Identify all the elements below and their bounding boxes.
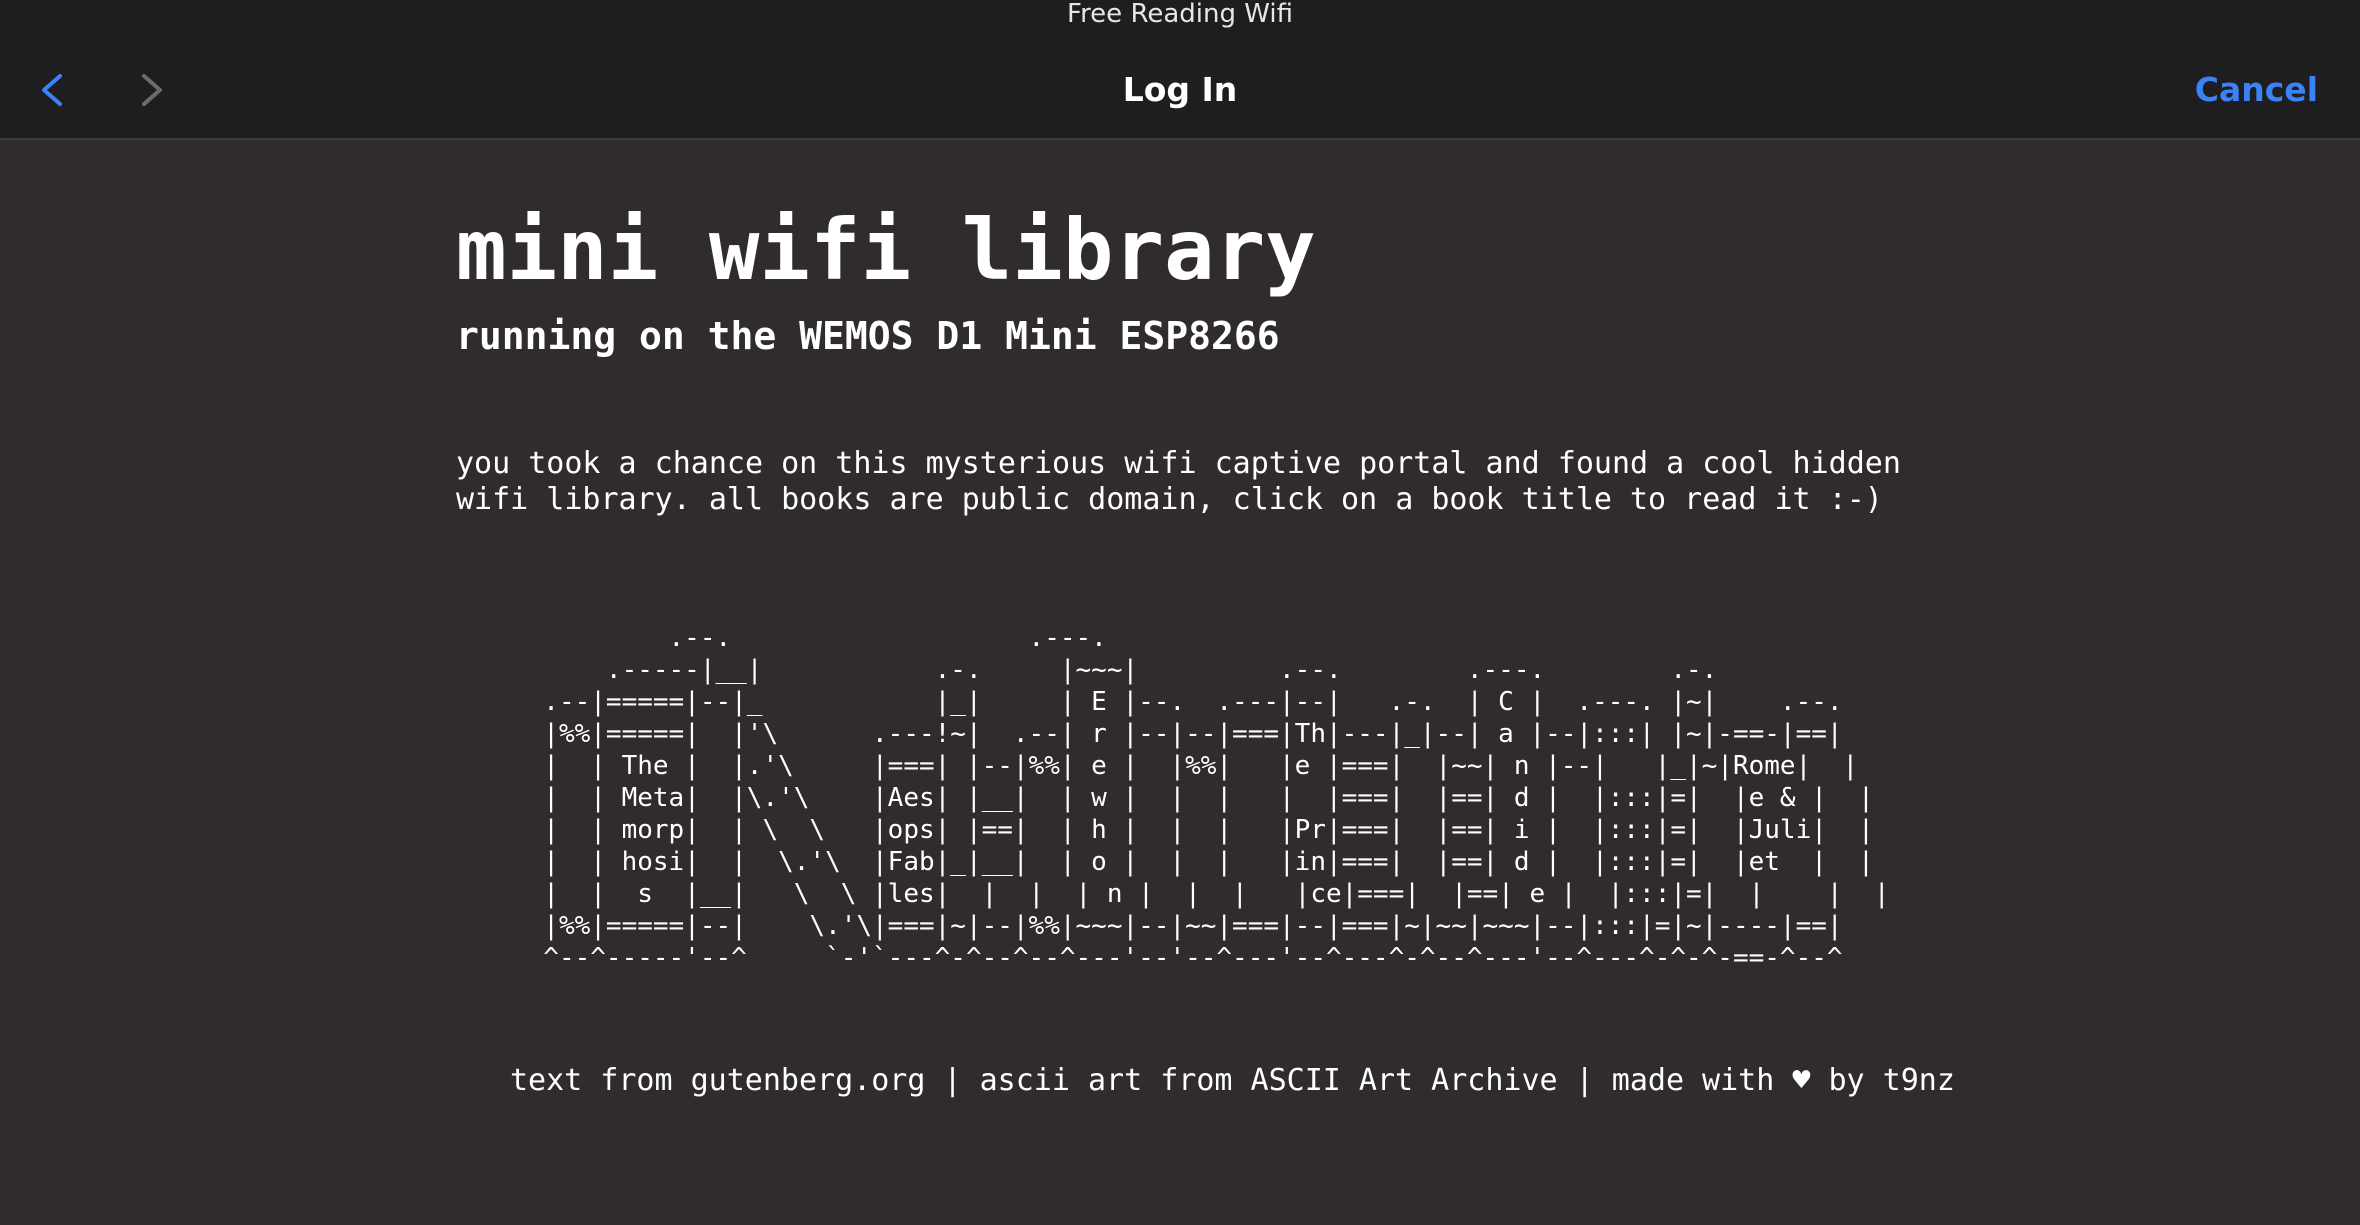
intro-line: wifi library. all books are public domai… bbox=[456, 482, 1883, 517]
library-heading: mini wifi library bbox=[456, 201, 1316, 299]
navigation-bar: Free Reading Wifi Log In Cancel bbox=[0, 0, 2360, 140]
intro-paragraph: you took a chance on this mysterious wif… bbox=[456, 446, 1901, 518]
intro-line: you took a chance on this mysterious wif… bbox=[456, 446, 1901, 481]
window-title: Free Reading Wifi bbox=[1067, 0, 1293, 29]
bookshelf-ascii-art[interactable]: .--. .---. .-----|__| .-. |~~~| .--. .--… bbox=[512, 622, 1889, 974]
page-title: Log In bbox=[1122, 70, 1238, 109]
footer-credits: text from gutenberg.org | ascii art from… bbox=[510, 1063, 1955, 1098]
library-subheading: running on the WEMOS D1 Mini ESP8266 bbox=[456, 314, 1280, 358]
cancel-button[interactable]: Cancel bbox=[2195, 68, 2318, 112]
